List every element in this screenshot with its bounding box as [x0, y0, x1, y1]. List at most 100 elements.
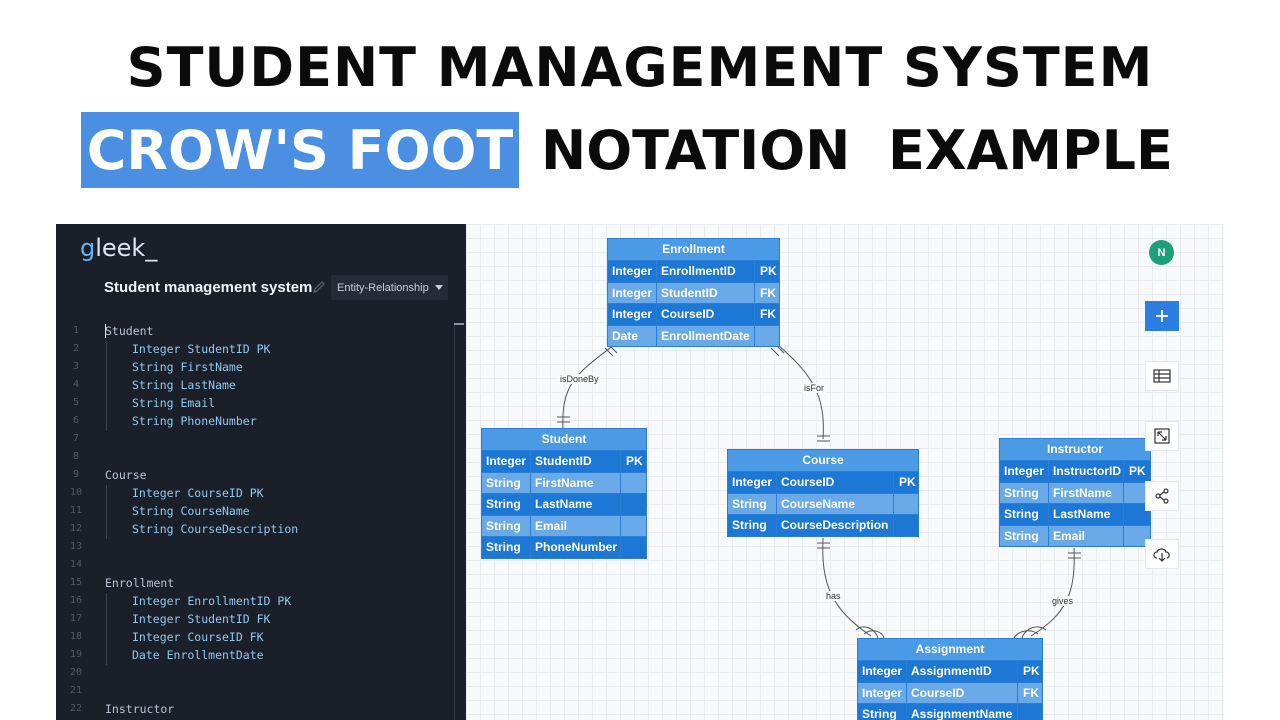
entity-attribute-row[interactable]: String LastName: [482, 493, 646, 515]
attribute-key: PK: [899, 475, 916, 489]
entity-attribute-row[interactable]: String CourseDescription: [728, 514, 918, 536]
code-line[interactable]: 22 Instructor: [56, 700, 456, 718]
entity-enrollment[interactable]: Enrollment Integer EnrollmentID PK Integer St…: [607, 238, 780, 347]
line-number: 12: [69, 523, 83, 534]
code-line[interactable]: 16 Integer EnrollmentID PK: [56, 592, 456, 610]
line-number: 6: [72, 415, 80, 426]
entity-attribute-row[interactable]: Integer StudentID FK: [608, 281, 779, 303]
entity-attribute-row[interactable]: String FirstName: [1000, 481, 1150, 503]
share-button[interactable]: [1145, 481, 1179, 511]
entity-attribute-row[interactable]: Integer CourseID PK: [728, 471, 918, 493]
attribute-key: FK: [760, 285, 776, 300]
entity-attribute-row[interactable]: Integer CourseID FK: [858, 681, 1042, 703]
entity-attribute-row[interactable]: Integer AssignmentID PK: [858, 660, 1042, 682]
entity-attribute-row[interactable]: String PhoneNumber: [482, 536, 646, 558]
entity-attribute-row[interactable]: String Email: [482, 514, 646, 536]
attribute-name: CourseID: [777, 472, 894, 493]
code-line[interactable]: 2 Integer StudentID PK: [56, 340, 456, 358]
code-line[interactable]: 3 String FirstName: [56, 358, 456, 376]
entity-header[interactable]: Enrollment: [608, 239, 779, 260]
line-number: 16: [69, 595, 83, 606]
code-line[interactable]: 14: [56, 556, 456, 574]
line-text: Integer EnrollmentID PK: [132, 594, 292, 608]
entity-header[interactable]: Instructor: [1000, 439, 1150, 460]
entity-attribute-row[interactable]: Integer CourseID FK: [608, 303, 779, 325]
scrollbar-thumb[interactable]: [454, 323, 464, 325]
heading-highlight: CROW'S FOOT: [81, 112, 519, 188]
code-line[interactable]: 5 String Email: [56, 394, 456, 412]
code-line[interactable]: 12 String CourseDescription: [56, 520, 456, 538]
attribute-key: PK: [626, 454, 643, 468]
indent-guide: [106, 485, 107, 539]
attribute-type: String: [1000, 482, 1049, 503]
indent-guide: [106, 593, 107, 665]
table-view-button[interactable]: [1145, 361, 1179, 391]
code-line[interactable]: 21: [56, 682, 456, 700]
code-line[interactable]: 17 Integer StudentID FK: [56, 610, 456, 628]
attribute-name: LastName: [1049, 504, 1124, 525]
pencil-icon[interactable]: [312, 280, 326, 294]
code-line[interactable]: 18 Integer CourseID FK: [56, 628, 456, 646]
code-line[interactable]: 6 String PhoneNumber: [56, 412, 456, 430]
line-number: 15: [69, 577, 83, 588]
attribute-key: PK: [1023, 664, 1040, 678]
line-number: 13: [69, 541, 83, 552]
attribute-key: FK: [760, 307, 776, 321]
document-title[interactable]: Student management system: [104, 279, 312, 296]
entity-attribute-row[interactable]: Date EnrollmentDate: [608, 324, 779, 346]
attribute-type: Integer: [858, 682, 907, 703]
entity-attribute-row[interactable]: String FirstName: [482, 471, 646, 493]
entity-attribute-row[interactable]: Integer EnrollmentID PK: [608, 260, 779, 282]
gleek-logo[interactable]: gleek_: [80, 234, 157, 262]
code-editor-panel: gleek_ Student management system Entity-…: [56, 224, 466, 720]
code-line[interactable]: 10 Integer CourseID PK: [56, 484, 456, 502]
code-line[interactable]: 7: [56, 430, 456, 448]
share-icon: [1155, 488, 1169, 504]
attribute-type: String: [728, 515, 777, 536]
attribute-name: AssignmentName: [907, 704, 1018, 720]
fit-to-screen-button[interactable]: [1145, 421, 1179, 451]
entity-instructor[interactable]: Instructor Integer InstructorID PK String Fir…: [999, 438, 1151, 547]
entity-assignment[interactable]: Assignment Integer AssignmentID PK Integer Co…: [857, 638, 1043, 720]
indent-guide: [106, 341, 107, 431]
entity-attribute-row[interactable]: String CourseName: [728, 492, 918, 514]
attribute-key: [621, 537, 646, 558]
code-line[interactable]: 8: [56, 448, 456, 466]
code-line[interactable]: 19 Date EnrollmentDate: [56, 646, 456, 664]
diagram-type-dropdown[interactable]: Entity-Relationship: [331, 275, 448, 300]
line-text: String PhoneNumber: [132, 414, 257, 428]
attribute-type: String: [1000, 525, 1049, 546]
entity-student[interactable]: Student Integer StudentID PK String FirstName…: [481, 428, 647, 559]
attribute-type: Integer: [608, 304, 657, 325]
entity-attribute-row[interactable]: String AssignmentName: [858, 703, 1042, 720]
diagram-type-label: Entity-Relationship: [337, 281, 429, 294]
entity-attribute-row[interactable]: String LastName: [1000, 503, 1150, 525]
editor-scrollbar[interactable]: [454, 322, 464, 720]
add-button[interactable]: [1145, 301, 1179, 331]
entity-header[interactable]: Course: [728, 450, 918, 471]
code-line[interactable]: 9 Course: [56, 466, 456, 484]
entity-header[interactable]: Assignment: [858, 639, 1042, 660]
attribute-name: FirstName: [531, 472, 621, 493]
entity-header[interactable]: Student: [482, 429, 646, 450]
attribute-type: String: [482, 494, 531, 515]
entity-attribute-row[interactable]: Integer InstructorID PK: [1000, 460, 1150, 482]
code-line[interactable]: 13: [56, 538, 456, 556]
entity-attribute-row[interactable]: String Email: [1000, 524, 1150, 546]
code-line[interactable]: 11 String CourseName: [56, 502, 456, 520]
user-avatar[interactable]: N: [1149, 240, 1174, 265]
code-line[interactable]: 20: [56, 664, 456, 682]
entity-attribute-row[interactable]: Integer StudentID PK: [482, 450, 646, 472]
attribute-type: String: [728, 493, 777, 514]
entity-course[interactable]: Course Integer CourseID PK String CourseName S…: [727, 449, 919, 537]
line-number: 9: [72, 469, 80, 480]
diagram-canvas[interactable]: isDoneBy isFor has gives Enrollment Integ…: [466, 224, 1224, 720]
code-line[interactable]: 15 Enrollment: [56, 574, 456, 592]
code-line[interactable]: 1 Student: [56, 322, 456, 340]
line-text: Date EnrollmentDate: [132, 648, 264, 662]
download-button[interactable]: [1145, 539, 1179, 569]
code-line[interactable]: 4 String LastName: [56, 376, 456, 394]
line-number: 5: [72, 397, 80, 408]
relationship-label-isdoneby: isDoneBy: [558, 374, 601, 384]
line-text: Integer CourseID FK: [132, 630, 264, 644]
